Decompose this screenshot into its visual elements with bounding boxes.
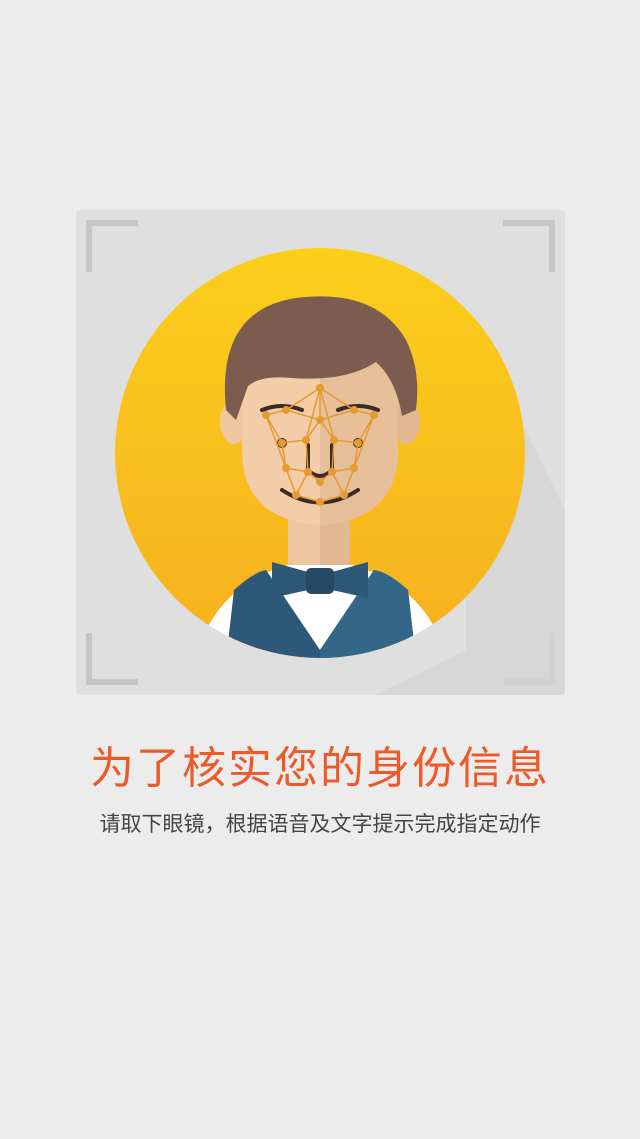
- verification-headline: 为了核实您的身份信息: [90, 743, 550, 794]
- face-scan-frame: [76, 210, 565, 695]
- face-avatar-icon: [115, 248, 565, 695]
- verification-instruction: 请取下眼镜，根据语音及文字提示完成指定动作: [99, 812, 541, 836]
